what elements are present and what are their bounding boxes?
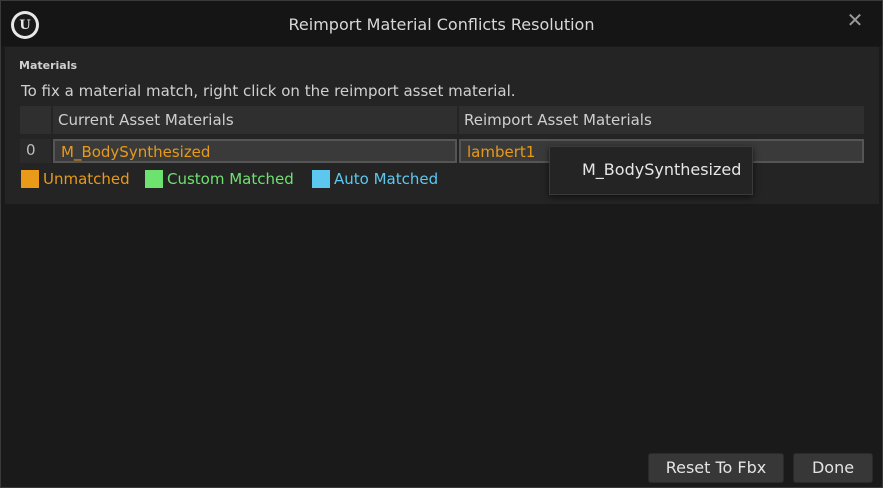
legend-label-unmatched: Unmatched [43,170,130,188]
header-current-asset-materials[interactable]: Current Asset Materials [53,106,457,134]
header-reimport-asset-materials[interactable]: Reimport Asset Materials [459,106,864,134]
unmatched-swatch [21,170,39,188]
close-icon[interactable]: ✕ [844,9,866,31]
window-title: Reimport Material Conflicts Resolution [288,15,595,34]
context-menu-item[interactable]: M_BodySynthesized [582,160,741,179]
done-button[interactable]: Done [793,453,873,483]
reset-to-fbx-button[interactable]: Reset To Fbx [648,453,784,483]
auto-matched-swatch [312,170,330,188]
title-bar: U Reimport Material Conflicts Resolution… [1,1,882,46]
instruction-text: To fix a material match, right click on … [21,82,516,100]
legend-label-auto-matched: Auto Matched [334,170,439,188]
reimport-dialog: U Reimport Material Conflicts Resolution… [0,0,883,488]
row-index: 0 [20,139,51,163]
material-context-menu: M_BodySynthesized [549,146,753,195]
current-material-cell[interactable]: M_BodySynthesized [53,139,457,163]
section-label: Materials [19,59,78,72]
legend-label-custom-matched: Custom Matched [167,170,294,188]
header-index [20,106,51,134]
table-header: Current Asset Materials Reimport Asset M… [20,106,864,134]
custom-matched-swatch [145,170,163,188]
